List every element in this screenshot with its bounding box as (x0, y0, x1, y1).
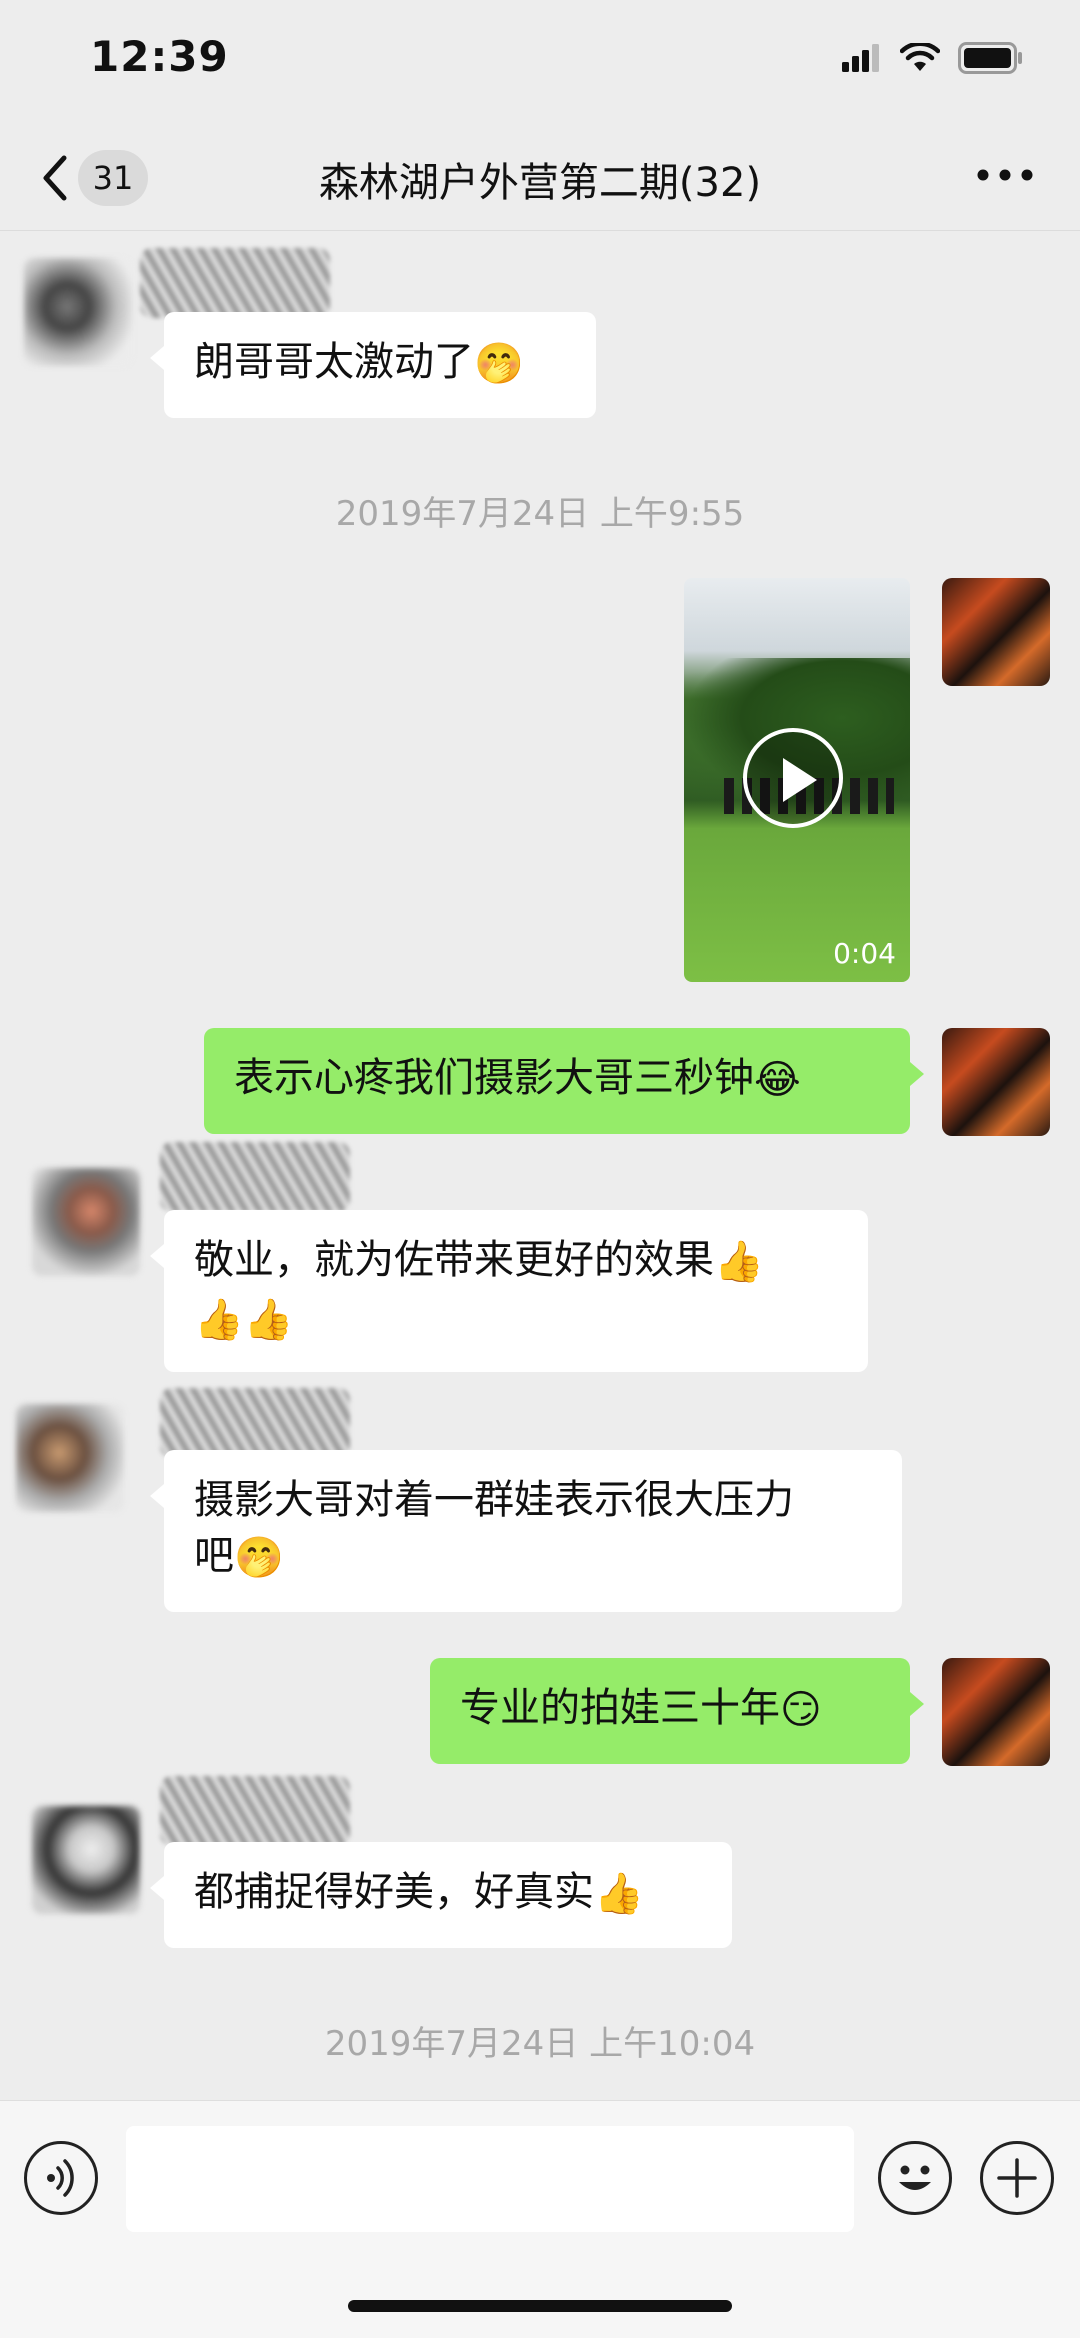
video-duration: 0:04 (833, 937, 896, 970)
avatar-self[interactable] (942, 1028, 1050, 1136)
smirk-emoji: 😏 (780, 1687, 822, 1733)
avatar[interactable] (32, 1168, 140, 1276)
emoji-button[interactable] (878, 2141, 952, 2215)
chat-header: 31 森林湖户外营第二期(32) (0, 120, 1080, 231)
message-text: 都捕捉得好美，好真实 (194, 1869, 594, 1915)
thumbs-up-emoji: 👍 (714, 1239, 764, 1285)
avatar-self[interactable] (942, 1658, 1050, 1766)
status-time: 12:39 (90, 32, 229, 81)
battery-icon (958, 42, 1022, 74)
message-text: 吧 (194, 1533, 234, 1579)
status-bar: 12:39 (0, 0, 1080, 120)
more-functions-button[interactable] (980, 2141, 1054, 2215)
sender-name (140, 248, 330, 318)
status-icons (842, 42, 1024, 74)
thinking-face-emoji: 🤭 (474, 341, 524, 387)
thinking-face-emoji: 🤭 (234, 1535, 284, 1581)
wifi-icon (900, 43, 940, 71)
home-indicator[interactable] (348, 2300, 732, 2312)
ellipsis-icon (977, 169, 1033, 181)
smiley-icon (899, 2165, 931, 2190)
message-bubble[interactable]: 敬业，就为佐带来更好的效果👍 👍👍 (150, 1210, 868, 1372)
video-message[interactable]: 0:04 (684, 578, 910, 982)
message-text: 专业的拍娃三十年 (460, 1685, 780, 1731)
avatar[interactable] (16, 1404, 124, 1512)
message-input[interactable] (126, 2126, 854, 2232)
cellular-signal-icon (842, 44, 879, 72)
timestamp: 2019年7月24日 上午10:04 (324, 2024, 756, 2064)
more-options-button[interactable] (970, 150, 1040, 200)
message-text: 朗哥哥太激动了 (194, 339, 474, 385)
avatar[interactable] (32, 1806, 140, 1914)
thumbs-up-emoji: 👍 (594, 1871, 644, 1917)
sender-name (160, 1776, 350, 1846)
message-bubble[interactable]: 摄影大哥对着一群娃表示很大压力 吧🤭 (150, 1450, 902, 1612)
avatar[interactable] (24, 258, 132, 366)
message-text: 敬业，就为佐带来更好的效果 (194, 1237, 714, 1283)
chat-title: 森林湖户外营第二期(32) (318, 160, 762, 206)
sender-name (160, 1388, 350, 1458)
message-bubble[interactable]: 都捕捉得好美，好真实👍 (150, 1842, 732, 1948)
timestamp: 2019年7月24日 上午9:55 (335, 494, 745, 534)
laughing-crying-emoji: 😂 (754, 1057, 801, 1103)
message-text: 摄影大哥对着一群娃表示很大压力 (194, 1477, 794, 1523)
play-icon[interactable] (743, 728, 843, 828)
plus-icon (997, 2158, 1037, 2198)
message-text: 表示心疼我们摄影大哥三秒钟 (234, 1055, 754, 1101)
sender-name (160, 1142, 350, 1212)
message-bubble[interactable]: 表示心疼我们摄影大哥三秒钟😂 (204, 1028, 924, 1134)
thumbs-up-emoji: 👍👍 (194, 1297, 294, 1343)
message-bubble[interactable]: 专业的拍娃三十年😏 (430, 1658, 924, 1764)
voice-button[interactable] (24, 2141, 98, 2215)
avatar-self[interactable] (942, 578, 1050, 686)
message-bubble[interactable]: 朗哥哥太激动了🤭 (150, 312, 596, 418)
voice-icon (47, 2159, 74, 2197)
